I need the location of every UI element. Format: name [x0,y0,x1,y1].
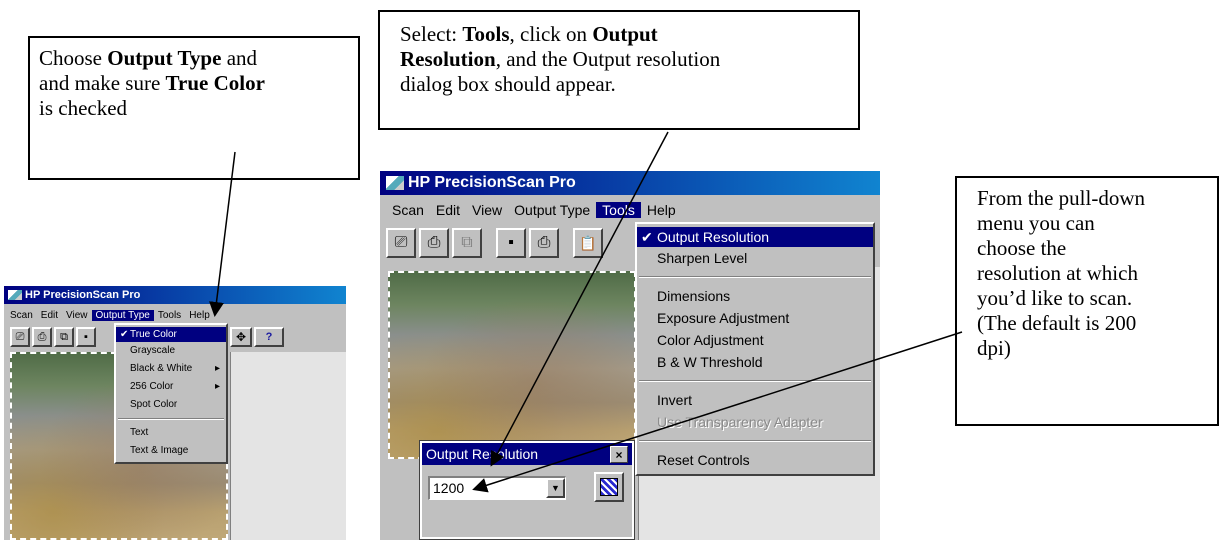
copy-button[interactable]: ⧉ [452,228,482,258]
menu-scan[interactable]: Scan [6,310,37,321]
grid-icon [600,478,618,496]
dialog-title: Output Resolution [426,446,539,462]
menu-view[interactable]: View [62,310,92,321]
submenu-arrow-icon: ▸ [214,363,220,374]
move-button[interactable]: ✥ [230,327,252,347]
save-button[interactable]: ▪ [76,327,96,347]
right-title-bar: HP PrecisionScan Pro [380,171,880,195]
scan-to-button[interactable]: ⎙ [419,228,449,258]
menu-separator [639,380,871,382]
menu-item-spot-color[interactable]: Spot Color [116,396,226,414]
context-help-button[interactable]: ? [254,327,284,347]
menu-view[interactable]: View [466,202,508,218]
menu-item-use-transparency-adapter: Use Transparency Adapter [657,414,823,430]
left-scanner-window: HP PrecisionScan Pro Scan Edit View Outp… [4,286,346,540]
window-title: HP PrecisionScan Pro [408,174,576,191]
submenu-arrow-icon: ▸ [214,381,220,392]
menu-item-text[interactable]: Text [116,424,226,442]
callout-line: Resolution, and the Output resolution [400,47,721,71]
menu-item-invert[interactable]: Invert [637,389,873,411]
menu-item-dimensions[interactable]: Dimensions [637,285,873,307]
menu-separator [639,440,871,442]
check-icon: ✔ [120,329,129,340]
callout-output-type: Choose Output Type and and make sure Tru… [28,36,360,180]
callout-line: dialog box should appear. [400,72,616,96]
callout-line: is checked [39,96,128,120]
check-icon: ✔ [641,229,653,245]
menu-item-exposure-adjustment[interactable]: Exposure Adjustment [637,307,873,329]
callout-line: resolution at which [977,261,1138,285]
menu-item-reset-controls[interactable]: Reset Controls [637,449,873,471]
menu-help[interactable]: Help [641,202,682,218]
print-button[interactable]: ⎙ [529,228,559,258]
clipboard-button[interactable]: 📋 [573,228,603,258]
callout-line: From the pull-down [977,186,1145,210]
scan-button[interactable]: ⎚ [10,327,30,347]
menu-item-black-white[interactable]: Black & White ▸ [116,360,226,378]
menu-item-true-color[interactable]: ✔ True Color [116,327,226,342]
left-title-bar: HP PrecisionScan Pro [4,286,346,304]
menu-item-bw-threshold[interactable]: B & W Threshold [637,351,873,373]
tools-menu: ✔ Output Resolution Sharpen Level Dimens… [635,222,875,476]
callout-line: Select: Tools, click on Output [400,22,658,46]
output-type-menu: ✔ True Color Grayscale Black & White ▸ 2… [114,323,228,464]
callout-line: choose the [977,236,1067,260]
save-button[interactable]: ▪ [496,228,526,258]
resolution-combobox[interactable]: 1200 ▼ [428,476,566,500]
right-scanner-window: HP PrecisionScan Pro Scan Edit View Outp… [380,171,880,540]
left-menu-bar: Scan Edit View Output Type Tools Help [4,307,346,323]
app-icon [386,176,404,190]
menu-item-output-resolution[interactable]: ✔ Output Resolution [637,227,873,247]
output-resolution-dialog: Output Resolution × 1200 ▼ [419,440,635,540]
menu-tools[interactable]: Tools [596,202,641,218]
menu-item-grayscale[interactable]: Grayscale [116,342,226,360]
scan-preview-image[interactable] [388,271,636,459]
scan-button[interactable]: ⎚ [386,228,416,258]
callout-line: dpi) [977,336,1011,360]
menu-separator [639,276,871,278]
copy-button[interactable]: ⧉ [54,327,74,347]
scan-to-button[interactable]: ⎙ [32,327,52,347]
menu-output-type[interactable]: Output Type [508,202,596,218]
callout-line: (The default is 200 [977,311,1137,335]
menu-item-sharpen-level[interactable]: Sharpen Level [637,247,873,269]
resolution-value: 1200 [433,480,465,496]
menu-edit[interactable]: Edit [37,310,62,321]
callout-line: and make sure True Color [39,71,265,95]
callout-line: menu you can [977,211,1095,235]
preview-side-panel [230,352,346,540]
menu-item-text-image[interactable]: Text & Image [116,442,226,460]
menu-tools[interactable]: Tools [154,310,185,321]
apply-resolution-button[interactable] [594,472,624,502]
app-icon [8,290,22,300]
close-icon[interactable]: × [610,446,628,463]
chevron-down-icon[interactable]: ▼ [546,478,565,498]
callout-resolution: From the pull-down menu you can choose t… [955,176,1219,426]
menu-separator [118,418,224,420]
menu-output-type[interactable]: Output Type [91,309,154,321]
menu-help[interactable]: Help [185,310,214,321]
menu-edit[interactable]: Edit [430,202,466,218]
menu-item-color-adjustment[interactable]: Color Adjustment [637,329,873,351]
menu-item-256-color[interactable]: 256 Color ▸ [116,378,226,396]
right-menu-bar: Scan Edit View Output Type Tools Help [380,198,880,222]
dialog-title-bar: Output Resolution × [422,443,632,465]
menu-scan[interactable]: Scan [386,202,430,218]
callout-line: you’d like to scan. [977,286,1133,310]
callout-tools: Select: Tools, click on Output Resolutio… [378,10,860,130]
window-title: HP PrecisionScan Pro [25,289,141,301]
left-toolbar-right: ✥ ? [230,325,284,349]
callout-line: Choose Output Type and [39,46,258,70]
